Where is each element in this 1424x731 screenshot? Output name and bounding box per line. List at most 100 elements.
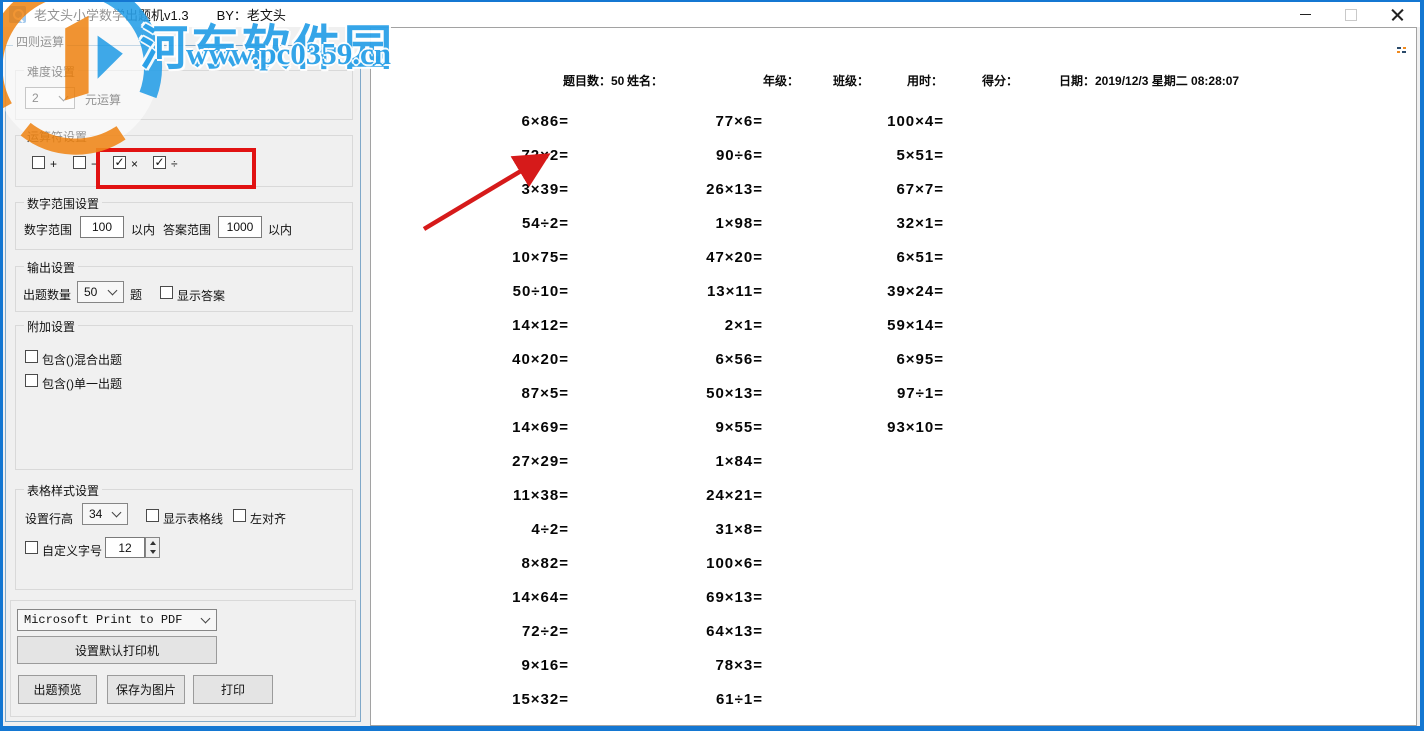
equation-cell: 1×84= xyxy=(715,452,763,470)
single-parentheses-label[interactable]: 包含()单一出题 xyxy=(42,375,122,392)
equation-cell: 14×64= xyxy=(512,588,569,606)
equation-cell: 67×7= xyxy=(896,180,944,198)
font-size-input[interactable]: 12 xyxy=(105,537,145,558)
equation-cell: 6×51= xyxy=(896,248,944,266)
equation-cell: 72÷2= xyxy=(521,622,569,640)
answer-range-input[interactable]: 1000 xyxy=(218,216,262,238)
operators-group-label: 运算符设置 xyxy=(24,128,91,145)
show-grid-label[interactable]: 显示表格线 xyxy=(163,510,223,527)
question-count-unit-label: 题 xyxy=(130,288,143,302)
equation-cell: 9×16= xyxy=(521,656,569,674)
app-icon xyxy=(9,6,26,23)
table-style-group xyxy=(15,489,353,590)
titlebar: 老文头小学数学出题机v1.3 BY：老文头 xyxy=(3,2,1420,27)
equation-cell: 39÷3= xyxy=(581,716,763,731)
row-height-value: 34 xyxy=(89,507,103,521)
equation-cell: 78×3= xyxy=(715,656,763,674)
number-range-label: 数字范围 xyxy=(24,223,73,237)
chevron-down-icon xyxy=(200,613,211,624)
difficulty-value: 2 xyxy=(32,91,39,105)
font-size-stepper xyxy=(145,537,160,558)
custom-font-label[interactable]: 自定义字号 xyxy=(42,542,102,559)
header-date: 日期：2019/12/3 星期二 08:28:07 xyxy=(1059,74,1240,88)
equation-column-3: 100×4= 5×51= 67×7= 32×1= 6×51= 39×24= 59×14= 6×… xyxy=(776,104,944,444)
minimize-button[interactable] xyxy=(1282,2,1328,27)
preview-button[interactable]: 出题预览 xyxy=(18,675,97,704)
equation-cell: 59×14= xyxy=(887,316,944,334)
mixed-parentheses-label[interactable]: 包含()混合出题 xyxy=(42,351,122,368)
equation-cell: 6×56= xyxy=(715,350,763,368)
red-highlight-rectangle xyxy=(96,148,256,189)
sidebar-group-label: 四则运算 xyxy=(13,33,68,50)
chevron-down-icon xyxy=(107,285,118,296)
left-align-checkbox[interactable] xyxy=(233,509,246,522)
chevron-down-icon xyxy=(58,91,69,102)
equation-cell: 87×5= xyxy=(521,384,569,402)
equation-cell: 5×51= xyxy=(896,146,944,164)
equation-cell: 50×13= xyxy=(706,384,763,402)
equation-cell: 31×8= xyxy=(715,520,763,538)
show-grid-checkbox[interactable] xyxy=(146,509,159,522)
equation-cell: 26×13= xyxy=(706,180,763,198)
equation-cell: 24×21= xyxy=(706,486,763,504)
equation-cell: 27×29= xyxy=(512,452,569,470)
operator-plus-checkbox[interactable] xyxy=(32,156,45,169)
operator-minus-checkbox[interactable] xyxy=(73,156,86,169)
equation-cell: 8×82= xyxy=(521,554,569,572)
stepper-down-icon[interactable] xyxy=(146,548,159,558)
table-style-group-label: 表格样式设置 xyxy=(24,482,103,499)
print-button[interactable]: 打印 xyxy=(193,675,273,704)
close-button[interactable] xyxy=(1374,2,1420,27)
number-range-group-label: 数字范围设置 xyxy=(24,195,103,212)
equation-cell: 6×86= xyxy=(521,112,569,130)
difficulty-suffix-label: 元运算 xyxy=(85,93,122,107)
set-default-printer-button[interactable]: 设置默认打印机 xyxy=(17,636,217,664)
mixed-parentheses-checkbox[interactable] xyxy=(25,350,38,363)
equation-cell: 14×69= xyxy=(512,418,569,436)
number-range-input[interactable]: 100 xyxy=(80,216,124,238)
equation-cell: 32×1= xyxy=(896,214,944,232)
number-range-within-label: 以内 xyxy=(131,223,156,237)
row-height-label: 设置行高 xyxy=(25,512,74,526)
header-score: 得分： xyxy=(982,74,1019,88)
equation-cell: 4÷2= xyxy=(531,520,569,538)
stepper-up-icon[interactable] xyxy=(146,538,159,548)
printer-select[interactable]: Microsoft Print to PDF xyxy=(17,609,217,631)
equation-cell: 9×55= xyxy=(715,418,763,436)
equation-cell: 15×32= xyxy=(512,690,569,708)
header-class: 班级： xyxy=(833,74,870,88)
equation-cell: 69×13= xyxy=(706,588,763,606)
show-answer-label[interactable]: 显示答案 xyxy=(177,287,225,304)
window-title-byline: BY：老文头 xyxy=(216,8,286,23)
equation-cell: 11×38= xyxy=(512,486,569,504)
maximize-icon xyxy=(1345,8,1357,21)
equation-cell: 13×11= xyxy=(706,282,763,300)
left-align-label[interactable]: 左对齐 xyxy=(250,510,286,527)
equation-cell: 6×95= xyxy=(896,350,944,368)
maximize-button xyxy=(1328,2,1374,27)
row-height-select[interactable]: 34 xyxy=(82,503,128,525)
operator-plus-label[interactable]: + xyxy=(50,157,57,171)
extra-group xyxy=(15,325,353,470)
question-count-value: 50 xyxy=(84,285,98,299)
difficulty-select[interactable]: 2 xyxy=(25,87,75,109)
show-answer-checkbox[interactable] xyxy=(160,286,173,299)
equation-cell: 97÷1= xyxy=(896,384,944,402)
equation-cell: 77×6= xyxy=(715,112,763,130)
header-grade: 年级： xyxy=(763,74,800,88)
equation-column-2: 77×6= 90÷6= 26×13= 1×98= 47×20= 13×11= 2×1= 6×5… xyxy=(581,104,763,731)
answer-range-value: 1000 xyxy=(226,220,254,234)
header-question-count: 题目数：50 xyxy=(563,74,625,88)
app-window: 老文头小学数学出题机v1.3 BY：老文头 四则运算 难度设置 2 元运算 运算… xyxy=(0,0,1424,731)
save-as-image-button[interactable]: 保存为图片 xyxy=(107,675,185,704)
font-size-value: 12 xyxy=(118,540,132,555)
printer-name: Microsoft Print to PDF xyxy=(24,613,183,627)
equation-cell: 90÷6= xyxy=(715,146,763,164)
single-parentheses-checkbox[interactable] xyxy=(25,374,38,387)
custom-font-checkbox[interactable] xyxy=(25,541,38,554)
corner-artifact-icon xyxy=(1397,47,1407,57)
question-count-select[interactable]: 50 xyxy=(77,281,124,303)
equation-cell: 50÷10= xyxy=(512,282,569,300)
chevron-down-icon xyxy=(111,507,122,518)
close-icon xyxy=(1391,8,1404,21)
